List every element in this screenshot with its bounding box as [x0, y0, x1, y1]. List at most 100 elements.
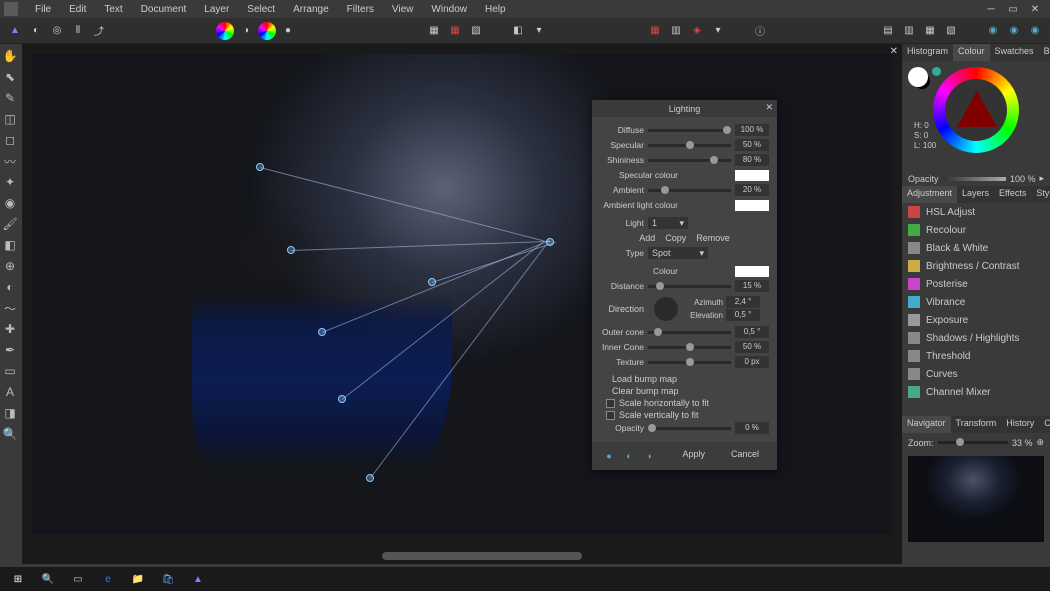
light-handle[interactable] [318, 328, 326, 336]
inner-cone-slider[interactable] [648, 346, 731, 349]
adjustment-row[interactable]: Threshold [902, 347, 1050, 365]
preset-3-icon[interactable]: ◑ [640, 447, 658, 465]
dodge-tool[interactable]: ◐ [0, 277, 20, 297]
colour-wheel-icon[interactable] [216, 22, 234, 40]
menu-filters[interactable]: Filters [338, 4, 383, 15]
selection-none-icon[interactable]: ▧ [467, 22, 485, 40]
adjustment-row[interactable]: Black & White [902, 239, 1050, 257]
persona-photo-icon[interactable]: ▲ [6, 22, 24, 40]
apply-button[interactable]: Apply [672, 447, 715, 465]
swatches-icon[interactable] [258, 22, 276, 40]
diffuse-slider[interactable] [648, 129, 731, 132]
arrange-v-icon[interactable]: ▥ [900, 22, 918, 40]
light-handle[interactable] [428, 278, 436, 286]
arrange-f-icon[interactable]: ▧ [942, 22, 960, 40]
brush-selection-tool[interactable]: ✦ [0, 172, 20, 192]
tab-channels[interactable]: Channels [1039, 416, 1050, 433]
menu-view[interactable]: View [383, 4, 423, 15]
tab-brushes[interactable]: Brushes [1039, 44, 1050, 61]
flood-tool[interactable]: ◉ [0, 193, 20, 213]
pan-tool[interactable]: ✋ [0, 46, 20, 66]
light-handle[interactable] [287, 246, 295, 254]
diffuse-value[interactable]: 100 % [735, 124, 769, 136]
search-icon[interactable]: 🔍 [34, 568, 62, 590]
ambient-slider[interactable] [648, 189, 731, 192]
crop-tool[interactable]: ◫ [0, 109, 20, 129]
load-bump-button[interactable]: Load bump map [600, 373, 769, 385]
adjustment-row[interactable]: Shadows / Highlights [902, 329, 1050, 347]
stack2-icon[interactable]: ◉ [1005, 22, 1023, 40]
edge-icon[interactable]: e [94, 568, 122, 590]
specular-colour-swatch[interactable] [735, 170, 769, 181]
tab-history[interactable]: History [1001, 416, 1039, 433]
azimuth-value[interactable]: 2,4 ° [726, 296, 760, 308]
zoom-in-icon[interactable]: ⊕ [1036, 437, 1044, 448]
paint-brush-tool[interactable]: 🖌 [0, 214, 20, 234]
shininess-value[interactable]: 80 % [735, 154, 769, 166]
adjustment-row[interactable]: Channel Mixer [902, 383, 1050, 401]
minimize-button[interactable]: ─ [980, 4, 1002, 15]
outer-cone-slider[interactable] [648, 331, 731, 334]
elevation-value[interactable]: 0,5 ° [726, 309, 760, 321]
adjustment-row[interactable]: Brightness / Contrast [902, 257, 1050, 275]
add-light-button[interactable]: Add [639, 233, 655, 243]
adjustment-row[interactable]: HSL Adjust [902, 203, 1050, 221]
snap3-icon[interactable]: ◈ [688, 22, 706, 40]
tab-histogram[interactable]: Histogram [902, 44, 953, 61]
type-select[interactable]: Spot▾ [648, 247, 708, 259]
secondary-swatch[interactable] [932, 67, 941, 76]
distance-value[interactable]: 15 % [735, 280, 769, 292]
task-view-icon[interactable]: ▭ [64, 568, 92, 590]
shape-tool[interactable]: ▭ [0, 361, 20, 381]
arrange-g-icon[interactable]: ▦ [921, 22, 939, 40]
tab-layers[interactable]: Layers [957, 186, 994, 203]
snap-dropdown-icon[interactable]: ▾ [709, 22, 727, 40]
colour-wheel[interactable] [933, 67, 1019, 153]
copy-light-button[interactable]: Copy [665, 233, 686, 243]
inner-cone-value[interactable]: 50 % [735, 341, 769, 353]
stack3-icon[interactable]: ◉ [1026, 22, 1044, 40]
text-tool[interactable]: A [0, 382, 20, 402]
navigator-preview[interactable] [908, 456, 1044, 542]
scale-h-checkbox[interactable] [606, 399, 615, 408]
outer-cone-value[interactable]: 0,5 ° [735, 326, 769, 338]
develop-icon[interactable]: ◎ [48, 22, 66, 40]
remove-light-button[interactable]: Remove [696, 233, 730, 243]
dialog-title-bar[interactable]: Lighting ✕ [592, 100, 777, 117]
light-select[interactable]: 1▾ [648, 217, 688, 229]
smudge-tool[interactable]: 〜 [0, 298, 20, 318]
ambient-value[interactable]: 20 % [735, 184, 769, 196]
light-handle[interactable] [256, 163, 264, 171]
tab-adjustment[interactable]: Adjustment [902, 186, 957, 203]
specular-slider[interactable] [648, 144, 731, 147]
move-tool[interactable]: ⬉ [0, 67, 20, 87]
opacity-slider[interactable] [943, 177, 1006, 181]
ambient-colour-swatch[interactable] [735, 200, 769, 211]
tone-map-icon[interactable]: ⫴ [69, 22, 87, 40]
light-origin-handle[interactable] [546, 238, 554, 246]
menu-file[interactable]: File [26, 4, 60, 15]
dialog-close-icon[interactable]: ✕ [765, 102, 773, 113]
export-icon[interactable]: ⤴ [90, 22, 108, 40]
light-colour-swatch[interactable] [735, 266, 769, 277]
menu-help[interactable]: Help [476, 4, 515, 15]
maximize-button[interactable]: ▭ [1002, 4, 1024, 15]
distance-slider[interactable] [648, 285, 731, 288]
menu-document[interactable]: Document [132, 4, 196, 15]
gradient-tool[interactable]: ◨ [0, 403, 20, 423]
start-button[interactable]: ⊞ [4, 568, 32, 590]
menu-text[interactable]: Text [95, 4, 131, 15]
explorer-icon[interactable]: 📁 [124, 568, 152, 590]
menu-select[interactable]: Select [238, 4, 284, 15]
clear-bump-button[interactable]: Clear bump map [600, 385, 769, 397]
zoom-tool[interactable]: 🔍 [0, 424, 20, 444]
adjustment-row[interactable]: Exposure [902, 311, 1050, 329]
circle-icon[interactable]: ● [279, 22, 297, 40]
cancel-button[interactable]: Cancel [721, 447, 769, 465]
tab-styles[interactable]: Styles [1031, 186, 1050, 203]
zoom-slider[interactable] [938, 441, 1008, 444]
tab-colour[interactable]: Colour [953, 44, 990, 61]
light-handle[interactable] [338, 395, 346, 403]
preset-2-icon[interactable]: ◐ [620, 447, 638, 465]
stack-icon[interactable]: ◉ [984, 22, 1002, 40]
